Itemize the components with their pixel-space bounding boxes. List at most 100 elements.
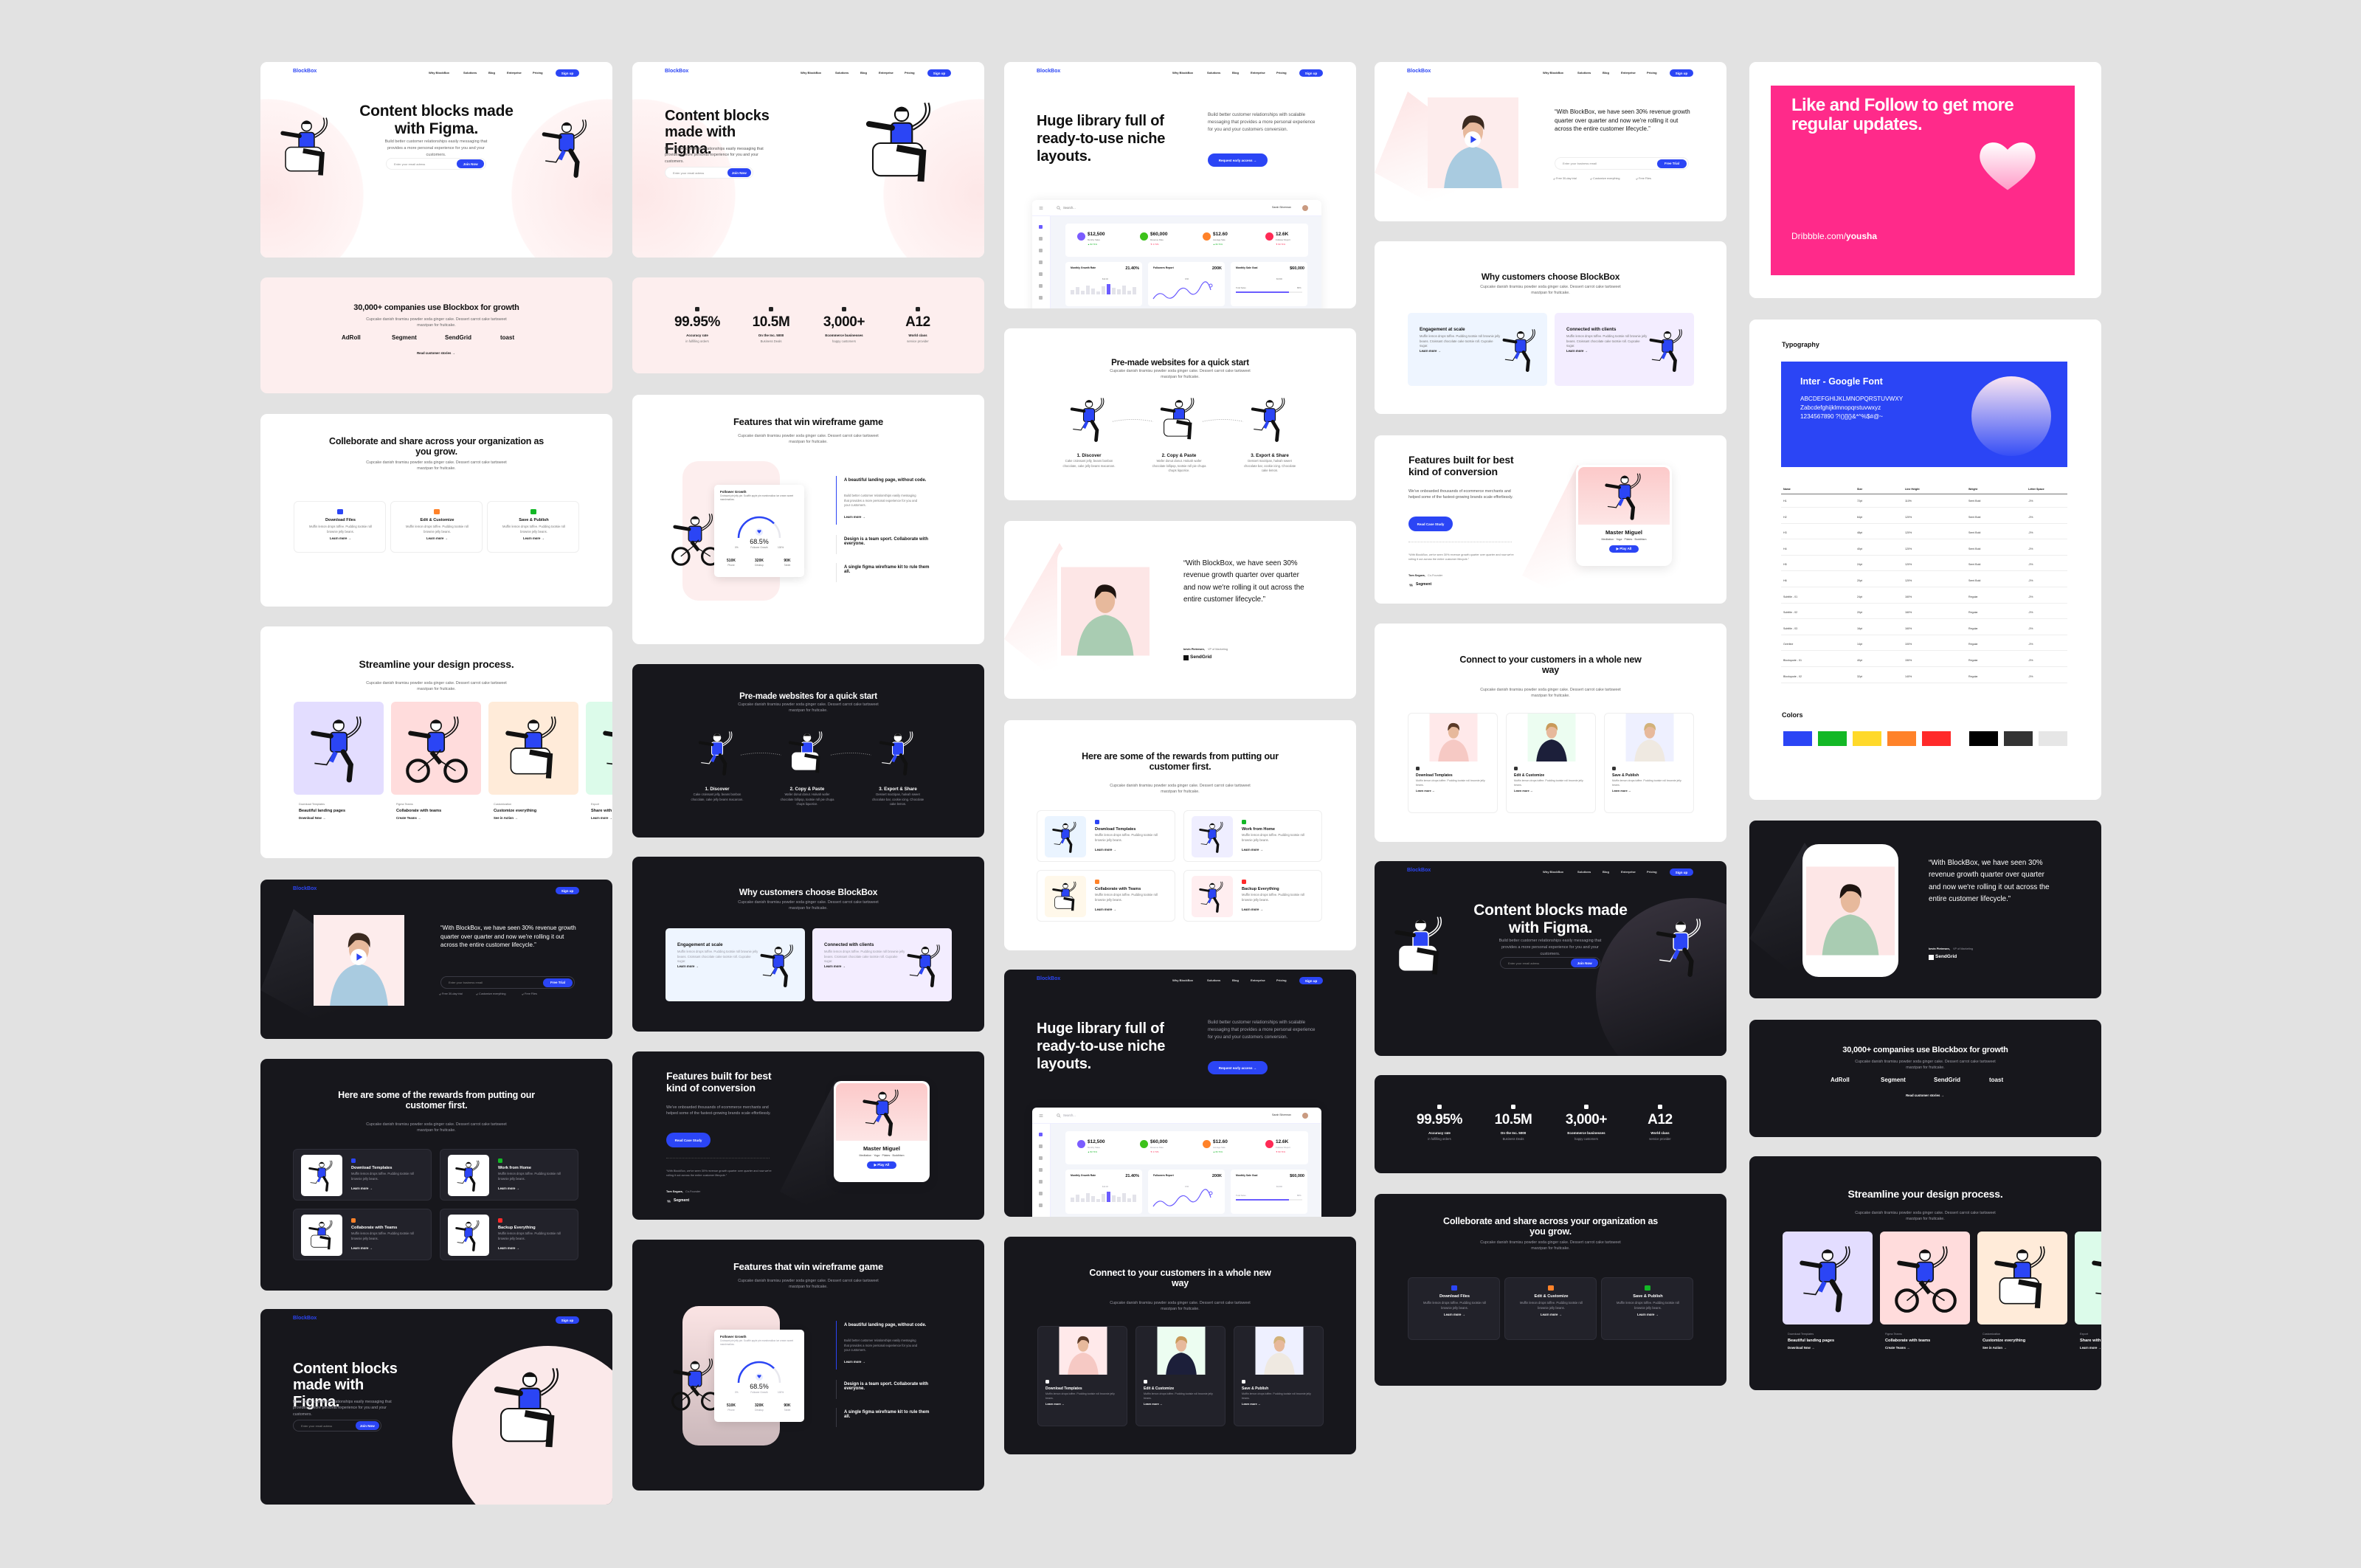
why-card[interactable]: Connected with clients Muffin lemon drops… — [1555, 313, 1694, 386]
play-all-button[interactable]: ▶ Play All — [867, 1161, 896, 1169]
request-access-button[interactable]: Request early access → — [1208, 1061, 1268, 1074]
nav-link[interactable]: Why BlockBox — [1172, 71, 1193, 75]
learn-more-link[interactable]: Learn more → — [1514, 790, 1558, 792]
nav-link[interactable]: Pricing — [533, 71, 543, 75]
tile-link[interactable]: See in Action → — [494, 816, 575, 820]
dribbble-link[interactable]: Dribbble.com/yousha — [1791, 231, 1976, 241]
color-swatch[interactable] — [1887, 731, 1916, 746]
learn-more-link[interactable]: Learn more → — [351, 1246, 395, 1250]
sidebar-icon[interactable] — [1039, 237, 1043, 241]
nav-link[interactable]: Solutions — [1207, 978, 1220, 982]
nav-link[interactable]: Why BlockBox — [1543, 870, 1563, 874]
learn-more-link[interactable]: Learn more → — [498, 1246, 542, 1250]
nav-link[interactable]: Solutions — [463, 71, 477, 75]
nav-logo[interactable]: BlockBox — [293, 1316, 317, 1321]
learn-more-link[interactable]: Learn more → — [1408, 1313, 1501, 1316]
nav-logo[interactable]: BlockBox — [1037, 69, 1060, 74]
learn-more-link[interactable]: Learn more → — [844, 1360, 888, 1364]
signup-button[interactable]: Sign up — [1670, 868, 1693, 876]
sidebar-icon[interactable] — [1039, 1168, 1043, 1172]
learn-more-link[interactable]: Learn more → — [1045, 1403, 1090, 1406]
nav-link[interactable]: Enterprise — [879, 71, 893, 75]
sidebar-icon[interactable] — [1039, 1192, 1043, 1195]
nav-link[interactable]: Enterprise — [1621, 870, 1636, 874]
nav-link[interactable]: Enterprise — [1621, 71, 1636, 75]
nav-link[interactable]: Solutions — [835, 71, 848, 75]
signup-button[interactable]: Sign up — [927, 69, 951, 77]
reward-card[interactable]: Backup Everything Muffin lemon drops toff… — [1183, 870, 1322, 922]
reward-card[interactable]: Download Templates Muffin lemon drops tof… — [293, 1149, 432, 1201]
business-email-input[interactable]: Enter your business email Free Trial — [1555, 157, 1689, 170]
sidebar-icon[interactable] — [1039, 1156, 1043, 1160]
nav-link[interactable]: Enterprise — [507, 71, 522, 75]
email-input[interactable]: Enter your email adress Join Now — [386, 158, 486, 170]
play-all-button[interactable]: ▶ Play All — [1609, 545, 1639, 553]
nav-link[interactable]: Why BlockBox — [1172, 978, 1193, 982]
tile-link[interactable]: Learn more → — [591, 816, 612, 820]
why-card[interactable]: Engagement at scale Muffin lemon drops to… — [1408, 313, 1547, 386]
user-avatar[interactable] — [1302, 205, 1308, 211]
learn-more-link[interactable]: Learn more → — [1505, 1313, 1597, 1316]
nav-logo[interactable]: BlockBox — [293, 886, 317, 891]
nav-link[interactable]: Enterprise — [1251, 71, 1265, 75]
learn-more-link[interactable]: Learn more → — [498, 1187, 542, 1190]
stream-tile[interactable] — [2075, 1232, 2101, 1324]
nav-link[interactable]: Blog — [488, 71, 495, 75]
nav-link[interactable]: Solutions — [1207, 71, 1220, 75]
nav-link[interactable]: Why BlockBox — [801, 71, 821, 75]
reward-card[interactable]: Work from Home Muffin lemon drops toffee.… — [440, 1149, 578, 1201]
learn-more-link[interactable]: Learn more → — [1612, 790, 1656, 792]
tile-link[interactable]: Learn more → — [2080, 1346, 2101, 1350]
user-avatar[interactable] — [1302, 1113, 1308, 1119]
color-swatch[interactable] — [1818, 731, 1847, 746]
learn-more-link[interactable]: Learn more → — [391, 536, 483, 540]
color-swatch[interactable] — [2039, 731, 2067, 746]
learn-more-link[interactable]: Learn more → — [1566, 349, 1611, 353]
sidebar-icon[interactable] — [1039, 1144, 1043, 1148]
reward-card[interactable]: Work from Home Muffin lemon drops toffee.… — [1183, 810, 1322, 862]
stream-tile[interactable] — [1880, 1232, 1970, 1324]
learn-more-link[interactable]: Learn more → — [1095, 848, 1139, 852]
nav-link[interactable]: Pricing — [905, 71, 915, 75]
learn-more-link[interactable]: Learn more → — [1144, 1403, 1188, 1406]
color-swatch[interactable] — [1969, 731, 1998, 746]
color-swatch[interactable] — [2004, 731, 2033, 746]
user-name[interactable]: Sarah Silverman — [1272, 1113, 1291, 1117]
learn-more-link[interactable]: Learn more → — [1420, 349, 1464, 353]
learn-more-link[interactable]: Learn more → — [844, 515, 888, 519]
learn-more-link[interactable]: Learn more → — [1416, 790, 1460, 792]
sidebar-icon[interactable] — [1039, 272, 1043, 276]
nav-link[interactable]: Why BlockBox — [1543, 71, 1563, 75]
tile-link[interactable]: See in Action → — [1983, 1346, 2064, 1350]
read-stories-link[interactable]: Read customer stories → — [362, 351, 510, 355]
nav-link[interactable]: Blog — [860, 71, 867, 75]
color-swatch[interactable] — [1922, 731, 1951, 746]
email-input[interactable]: Enter your email adress Join Now — [1500, 957, 1600, 969]
why-card[interactable]: Connected with clients Muffin lemon drops… — [812, 928, 952, 1001]
play-button[interactable] — [350, 949, 367, 965]
nav-link[interactable]: Solutions — [1577, 71, 1591, 75]
nav-logo[interactable]: BlockBox — [1037, 976, 1060, 981]
cta-button[interactable]: Join Now — [457, 159, 484, 168]
learn-more-link[interactable]: Learn more → — [1242, 848, 1286, 852]
connect-card[interactable]: Save & Publish Muffin lemon drops toffee.… — [1604, 713, 1694, 813]
reward-card[interactable]: Download Templates Muffin lemon drops tof… — [1037, 810, 1175, 862]
stream-tile[interactable] — [294, 702, 384, 795]
nav-link[interactable]: Solutions — [1577, 870, 1591, 874]
nav-link[interactable]: Blog — [1603, 71, 1609, 75]
learn-more-link[interactable]: Learn more → — [677, 964, 722, 968]
read-case-study-button[interactable]: Read Case Study — [666, 1133, 711, 1147]
stream-tile[interactable] — [1783, 1232, 1873, 1324]
signup-button[interactable]: Sign up — [1299, 977, 1323, 984]
nav-link[interactable]: Pricing — [1276, 71, 1287, 75]
signup-button[interactable]: Sign up — [556, 887, 579, 894]
request-access-button[interactable]: Request early access → — [1208, 153, 1268, 167]
nav-link[interactable]: Blog — [1232, 71, 1239, 75]
reward-card[interactable]: Backup Everything Muffin lemon drops toff… — [440, 1209, 578, 1260]
reward-card[interactable]: Collaborate with Teams Muffin lemon drops… — [1037, 870, 1175, 922]
learn-more-link[interactable]: Learn more → — [1095, 908, 1139, 911]
learn-more-link[interactable]: Learn more → — [1242, 1403, 1286, 1406]
connect-card[interactable]: Download Templates Muffin lemon drops tof… — [1037, 1326, 1127, 1426]
signup-button[interactable]: Sign up — [556, 69, 579, 77]
nav-link[interactable]: Enterprise — [1251, 978, 1265, 982]
